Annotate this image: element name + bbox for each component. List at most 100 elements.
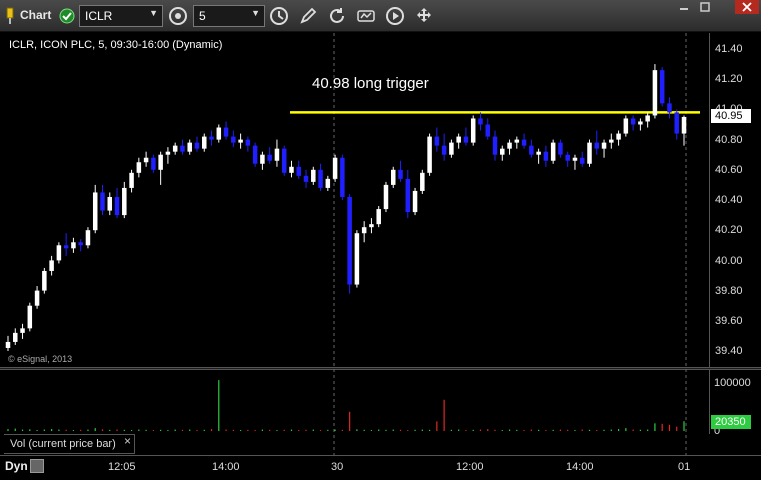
candle-body: [296, 166, 302, 176]
candle-body: [325, 178, 331, 188]
candle-body: [565, 154, 570, 161]
candle-body: [630, 118, 636, 125]
candle-body: [485, 124, 490, 137]
candle-body: [71, 242, 76, 249]
candle-body: [13, 332, 18, 342]
candle-body: [56, 245, 62, 261]
candle-body: [332, 157, 338, 179]
candle-body: [667, 103, 672, 113]
price-tick: 39.60: [715, 315, 743, 327]
candle-body: [92, 192, 98, 231]
candle-body: [579, 157, 585, 164]
candle-body: [340, 157, 345, 197]
candle-body: [500, 148, 505, 155]
candle-body: [34, 290, 40, 306]
candle-body: [470, 118, 476, 143]
candle-body: [681, 116, 687, 134]
candle-body: [456, 136, 461, 143]
candle-body: [252, 145, 258, 164]
candle-body: [659, 70, 665, 104]
candle-body: [143, 157, 149, 163]
candle-body: [63, 245, 69, 249]
candle-body: [405, 178, 411, 213]
dynamic-mode-label: Dyn: [5, 459, 28, 473]
candle-body: [267, 154, 272, 161]
candle-body: [238, 139, 243, 143]
chart-plot: [5, 33, 700, 455]
candle-body: [652, 70, 658, 116]
candle-body: [158, 154, 163, 170]
price-tick: 40.80: [715, 134, 743, 146]
candle-body: [638, 121, 643, 125]
candle-body: [412, 190, 418, 213]
candle-body: [122, 187, 127, 216]
time-tick: 14:00: [566, 461, 594, 473]
candle-body: [441, 145, 447, 155]
candle-body: [202, 136, 207, 149]
price-tick: 41.20: [715, 73, 743, 85]
candle-body: [623, 118, 629, 134]
candle-body: [231, 136, 236, 143]
time-tick: 12:00: [456, 461, 484, 473]
candle-body: [194, 142, 200, 149]
candle-body: [507, 142, 512, 149]
candle-body: [420, 172, 425, 191]
candle-body: [180, 145, 185, 152]
price-tick: 40.60: [715, 164, 743, 176]
candle-body: [245, 139, 251, 146]
candle-body: [609, 139, 614, 143]
candle-body: [216, 127, 222, 140]
candle-body: [449, 142, 454, 155]
candle-body: [674, 112, 679, 134]
trigger-annotation[interactable]: 40.98 long trigger: [312, 75, 429, 92]
candle-body: [49, 260, 54, 271]
candle-body: [107, 196, 113, 211]
candle-body: [318, 169, 323, 188]
candle-body: [558, 142, 563, 155]
candle-body: [129, 172, 134, 188]
candle-body: [601, 142, 607, 149]
candle-body: [260, 154, 265, 164]
candle-body: [85, 230, 91, 246]
candle-body: [427, 136, 432, 173]
candle-body: [165, 151, 171, 155]
candle-body: [536, 151, 541, 155]
candle-body: [289, 166, 294, 173]
candle-body: [492, 136, 498, 155]
copyright-text: © eSignal, 2013: [8, 354, 73, 364]
candle-body: [172, 145, 178, 152]
candle-body: [645, 115, 650, 122]
candle-body: [572, 157, 578, 161]
volume-study-label[interactable]: Vol (current price bar): [4, 434, 135, 454]
price-tick: 40.20: [715, 224, 743, 236]
candle-body: [151, 157, 156, 170]
candle-body: [354, 233, 360, 285]
time-tick: 01: [678, 461, 691, 473]
price-tick: 39.40: [715, 345, 743, 357]
candle-body: [5, 341, 11, 348]
candle-body: [434, 136, 440, 146]
candle-body: [514, 139, 520, 143]
price-tick: 39.80: [715, 285, 743, 297]
candle-body: [209, 136, 214, 140]
candle-body: [311, 169, 316, 182]
candle-body: [347, 196, 352, 285]
candle-body: [78, 242, 83, 246]
candle-body: [223, 127, 229, 137]
candle-body: [136, 162, 142, 173]
candle-body: [361, 227, 367, 234]
candle-body: [114, 196, 120, 216]
candle-body: [550, 142, 556, 161]
candle-body: [529, 145, 534, 155]
candle-body: [398, 169, 403, 179]
last-price-badge: 40.95: [711, 109, 751, 123]
candle-body: [463, 136, 469, 143]
candle-body: [27, 305, 33, 329]
candle-body: [376, 209, 381, 225]
volume-tick: 100000: [714, 377, 751, 389]
candle-body: [616, 133, 621, 140]
close-study-button[interactable]: ×: [124, 434, 131, 448]
candle-body: [42, 270, 47, 291]
candle-body: [587, 142, 592, 164]
dynamic-mode-button[interactable]: [30, 459, 44, 473]
